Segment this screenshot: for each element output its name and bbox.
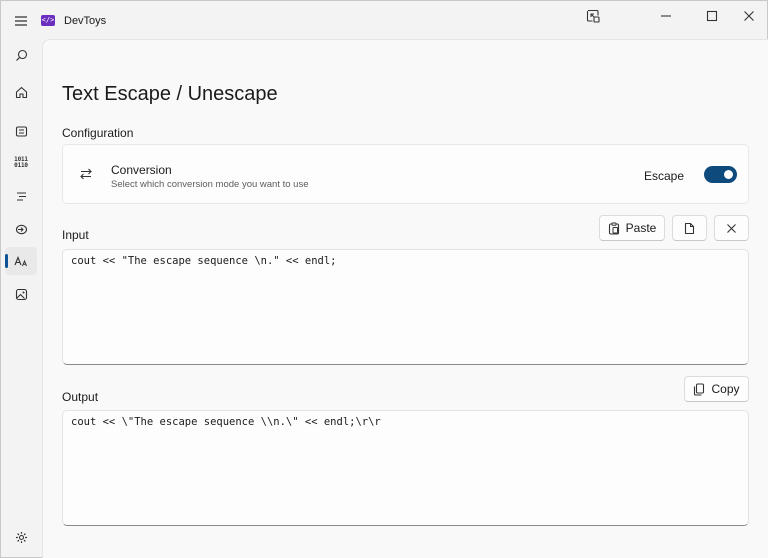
sidebar-item-encoders[interactable]: 1011 0110 — [5, 149, 37, 177]
copy-button[interactable]: Copy — [684, 376, 749, 402]
minimize-button[interactable] — [648, 3, 684, 29]
output-editor[interactable]: cout << \"The escape sequence \\n.\" << … — [62, 410, 749, 526]
hamburger-menu-button[interactable] — [9, 9, 33, 33]
escape-toggle[interactable] — [704, 166, 737, 183]
settings-button[interactable] — [5, 523, 37, 551]
devtoys-window: </> DevToys 1011 0110 Text Escape / Unes… — [0, 0, 768, 558]
converters-icon — [15, 125, 27, 137]
formatters-icon — [16, 191, 26, 201]
close-icon — [727, 223, 736, 233]
compact-overlay-button[interactable] — [575, 3, 611, 29]
image-icon — [15, 288, 27, 300]
input-editor[interactable]: cout << "The escape sequence \n." << end… — [62, 249, 749, 365]
home-icon — [15, 86, 27, 98]
sidebar-item-search[interactable] — [5, 41, 37, 69]
open-file-button[interactable] — [672, 215, 707, 241]
page-title: Text Escape / Unescape — [62, 83, 278, 105]
selected-indicator — [5, 254, 8, 268]
main-content: Text Escape / Unescape Configuration Con… — [42, 39, 768, 558]
search-icon — [15, 49, 27, 61]
output-text[interactable]: cout << \"The escape sequence \\n.\" << … — [71, 416, 381, 428]
sidebar-item-text[interactable] — [5, 247, 37, 275]
title-bar: </> DevToys — [1, 1, 767, 39]
sidebar-item-home[interactable] — [5, 78, 37, 106]
paste-button[interactable]: Paste — [599, 215, 665, 241]
paste-button-label: Paste — [625, 221, 657, 235]
clipboard-paste-icon — [608, 222, 619, 235]
maximize-icon — [706, 10, 718, 22]
close-icon — [744, 11, 754, 21]
hamburger-icon — [15, 16, 27, 26]
clear-input-button[interactable] — [714, 215, 749, 241]
toggle-knob — [724, 170, 733, 179]
configuration-label: Configuration — [62, 126, 134, 140]
gear-icon — [15, 531, 27, 543]
swap-arrows-icon — [80, 168, 92, 180]
close-window-button[interactable] — [731, 3, 767, 29]
input-text[interactable]: cout << "The escape sequence \n." << end… — [71, 255, 337, 267]
input-label: Input — [62, 228, 89, 242]
copy-icon — [694, 382, 705, 396]
copy-button-label: Copy — [711, 382, 740, 396]
conversion-description: Select which conversion mode you want to… — [111, 179, 309, 190]
sidebar: 1011 0110 — [1, 39, 41, 557]
conversion-title: Conversion — [111, 163, 172, 177]
text-icon — [14, 255, 27, 266]
sidebar-item-converters[interactable] — [5, 117, 37, 145]
compact-overlay-icon — [586, 9, 600, 23]
sidebar-item-generators[interactable] — [5, 215, 37, 243]
toggle-label: Escape — [644, 169, 685, 183]
file-icon — [684, 222, 695, 234]
conversion-setting-card: Conversion Select which conversion mode … — [62, 144, 749, 204]
app-logo: </> — [41, 15, 55, 26]
maximize-button[interactable] — [694, 3, 730, 29]
minimize-icon — [661, 15, 671, 17]
sidebar-item-formatters[interactable] — [5, 182, 37, 210]
sidebar-item-graphic[interactable] — [5, 280, 37, 308]
binary-icon-bottom: 0110 — [14, 162, 28, 169]
binary-icon: 1011 0110 — [14, 157, 28, 169]
graphic-icon — [15, 224, 27, 234]
app-title: DevToys — [64, 15, 107, 27]
output-label: Output — [62, 390, 99, 404]
